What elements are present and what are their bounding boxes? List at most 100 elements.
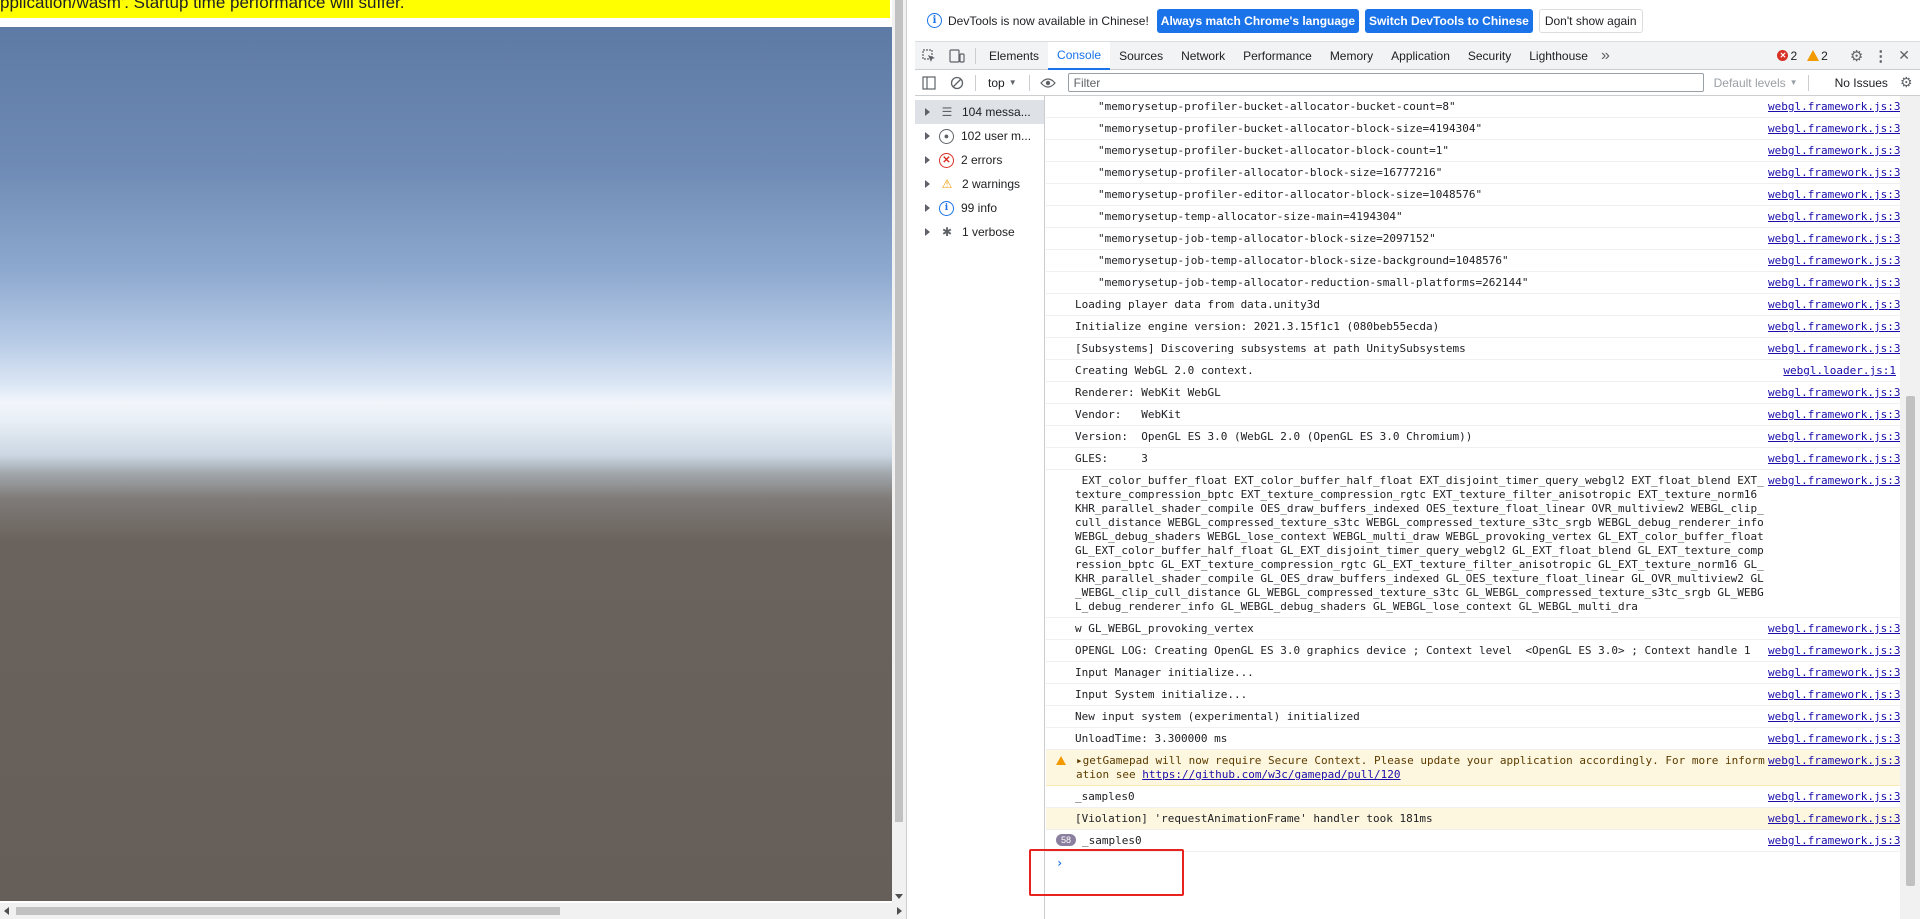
scroll-thumb[interactable] — [895, 0, 903, 822]
source-link[interactable]: webgl.framework.js:3 — [1768, 122, 1900, 136]
console-row[interactable]: "memorysetup-profiler-editor-allocator-b… — [1046, 184, 1900, 206]
expand-arrow-icon[interactable] — [925, 204, 930, 212]
page-vertical-scrollbar[interactable] — [892, 0, 906, 903]
console-row[interactable]: Loading player data from data.unity3d web… — [1046, 294, 1900, 316]
tab-application[interactable]: Application — [1382, 42, 1459, 70]
console-row[interactable]: Input System initialize... webgl.framewor… — [1046, 684, 1900, 706]
log-levels-dropdown[interactable]: Default levels ▼ — [1714, 76, 1798, 90]
issues-button[interactable]: No Issues — [1835, 76, 1888, 90]
sidebar-item-user-messages[interactable]: ● 102 user m... — [915, 124, 1044, 148]
source-link[interactable]: webgl.framework.js:3 — [1768, 254, 1900, 268]
source-link[interactable]: webgl.framework.js:3 — [1768, 276, 1900, 290]
console-row[interactable]: EXT_color_buffer_float EXT_color_buffer_… — [1046, 470, 1900, 618]
source-link[interactable]: webgl.framework.js:3 — [1768, 144, 1900, 158]
console-row[interactable]: Vendor: WebKit webgl.framework.js:3 — [1046, 404, 1900, 426]
console-row[interactable]: "memorysetup-temp-allocator-size-main=41… — [1046, 206, 1900, 228]
console-row[interactable]: "memorysetup-job-temp-allocator-reductio… — [1046, 272, 1900, 294]
tab-memory[interactable]: Memory — [1321, 42, 1382, 70]
expand-arrow-icon[interactable] — [925, 228, 930, 236]
console-row[interactable]: Initialize engine version: 2021.3.15f1c1… — [1046, 316, 1900, 338]
unity-canvas[interactable] — [0, 27, 892, 901]
console-row[interactable]: "memorysetup-job-temp-allocator-block-si… — [1046, 250, 1900, 272]
close-icon[interactable]: ✕ — [1898, 47, 1910, 64]
source-link[interactable]: webgl.framework.js:3 — [1768, 342, 1900, 356]
sidebar-toggle-icon[interactable] — [915, 69, 943, 97]
filter-input[interactable] — [1067, 73, 1704, 92]
source-link[interactable]: webgl.framework.js:3 — [1768, 100, 1900, 114]
console-row[interactable]: UnloadTime: 3.300000 ms webgl.framework.j… — [1046, 728, 1900, 750]
sidebar-item-messages[interactable]: ☰ 104 messa... — [915, 100, 1044, 124]
tab-security[interactable]: Security — [1459, 42, 1520, 70]
scroll-thumb[interactable] — [1906, 396, 1915, 886]
tab-console[interactable]: Console — [1048, 41, 1111, 70]
source-link[interactable]: webgl.framework.js:3 — [1768, 298, 1900, 312]
live-expression-eye-icon[interactable] — [1034, 69, 1062, 97]
console-row[interactable]: Input Manager initialize... webgl.framewo… — [1046, 662, 1900, 684]
source-link[interactable]: webgl.framework.js:3 — [1768, 644, 1900, 658]
scroll-left-icon[interactable] — [4, 907, 9, 915]
dont-show-again-button[interactable]: Don't show again — [1538, 8, 1643, 33]
warning-counter[interactable]: 2 — [1807, 49, 1828, 63]
source-link[interactable]: webgl.framework.js:3 — [1768, 232, 1900, 246]
clear-console-icon[interactable] — [943, 69, 971, 97]
console-settings-gear-icon[interactable]: ⚙ — [1900, 74, 1913, 91]
expand-arrow-icon[interactable] — [925, 180, 930, 188]
console-row[interactable]: Renderer: WebKit WebGL webgl.framework.js… — [1046, 382, 1900, 404]
tab-sources[interactable]: Sources — [1110, 42, 1172, 70]
source-link[interactable]: webgl.framework.js:3 — [1768, 812, 1900, 826]
console-row[interactable]: OPENGL LOG: Creating OpenGL ES 3.0 graph… — [1046, 640, 1900, 662]
warning-link[interactable]: https://github.com/w3c/gamepad/pull/120 — [1142, 768, 1400, 781]
sidebar-item-warnings[interactable]: ⚠ 2 warnings — [915, 172, 1044, 196]
scroll-down-icon[interactable] — [895, 894, 903, 899]
source-link[interactable]: webgl.framework.js:3 — [1768, 166, 1900, 180]
tab-network[interactable]: Network — [1172, 42, 1234, 70]
sidebar-item-errors[interactable]: ✕ 2 errors — [915, 148, 1044, 172]
console-scrollbar[interactable] — [1900, 96, 1920, 919]
source-link[interactable]: webgl.framework.js:3 — [1768, 710, 1900, 724]
source-link[interactable]: webgl.framework.js:3 — [1768, 622, 1900, 636]
source-link[interactable]: webgl.framework.js:3 — [1768, 408, 1900, 422]
switch-chinese-button[interactable]: Switch DevTools to Chinese — [1365, 8, 1533, 33]
source-link[interactable]: webgl.framework.js:3 — [1768, 666, 1900, 680]
match-language-button[interactable]: Always match Chrome's language — [1156, 8, 1360, 33]
source-link[interactable]: webgl.framework.js:3 — [1768, 474, 1900, 488]
source-link[interactable]: webgl.framework.js:3 — [1768, 732, 1900, 746]
context-selector[interactable]: top ▼ — [980, 76, 1025, 90]
source-link[interactable]: webgl.framework.js:3 — [1768, 790, 1900, 804]
scroll-thumb[interactable] — [16, 907, 560, 915]
scroll-right-icon[interactable] — [897, 907, 902, 915]
console-violation-row[interactable]: [Violation] 'requestAnimationFrame' hand… — [1046, 808, 1900, 830]
console-row[interactable]: "memorysetup-profiler-bucket-allocator-b… — [1046, 140, 1900, 162]
source-link[interactable]: webgl.framework.js:3 — [1768, 210, 1900, 224]
more-tabs-icon[interactable]: » — [1597, 42, 1614, 70]
console-row[interactable]: [Subsystems] Discovering subsystems at p… — [1046, 338, 1900, 360]
error-counter[interactable]: ✕ 2 — [1777, 49, 1797, 63]
console-row[interactable]: _samples0 webgl.framework.js:3 — [1046, 786, 1900, 808]
settings-gear-icon[interactable]: ⚙ — [1850, 47, 1863, 65]
source-link[interactable]: webgl.framework.js:3 — [1768, 188, 1900, 202]
console-row[interactable]: "memorysetup-job-temp-allocator-block-si… — [1046, 228, 1900, 250]
console-row[interactable]: New input system (experimental) initiali… — [1046, 706, 1900, 728]
expand-arrow-icon[interactable] — [925, 108, 930, 116]
source-link[interactable]: webgl.framework.js:3 — [1768, 452, 1900, 466]
source-link[interactable]: webgl.framework.js:3 — [1768, 386, 1900, 400]
console-row[interactable]: Version: OpenGL ES 3.0 (WebGL 2.0 (OpenG… — [1046, 426, 1900, 448]
more-options-icon[interactable]: ⋮ — [1873, 47, 1888, 65]
source-link[interactable]: webgl.framework.js:3 — [1768, 430, 1900, 444]
expand-arrow-icon[interactable] — [925, 132, 930, 140]
source-link[interactable]: webgl.framework.js:3 — [1768, 688, 1900, 702]
source-link[interactable]: webgl.framework.js:3 — [1768, 320, 1900, 334]
inspect-element-icon[interactable] — [915, 42, 943, 70]
console-row[interactable]: "memorysetup-profiler-allocator-block-si… — [1046, 162, 1900, 184]
source-link[interactable]: webgl.framework.js:3 — [1768, 834, 1900, 848]
sidebar-item-info[interactable]: i 99 info — [915, 196, 1044, 220]
console-row[interactable]: "memorysetup-profiler-bucket-allocator-b… — [1046, 96, 1900, 118]
sidebar-item-verbose[interactable]: ✱ 1 verbose — [915, 220, 1044, 244]
source-link[interactable]: webgl.loader.js:1 — [1768, 364, 1900, 378]
device-toolbar-icon[interactable] — [943, 42, 971, 70]
console-row[interactable]: w GL_WEBGL_provoking_vertex webgl.framewo… — [1046, 618, 1900, 640]
expand-arrow-icon[interactable] — [925, 156, 930, 164]
console-warning-row[interactable]: ▸getGamepad will now require Secure Cont… — [1046, 750, 1900, 786]
tab-lighthouse[interactable]: Lighthouse — [1520, 42, 1597, 70]
tab-performance[interactable]: Performance — [1234, 42, 1321, 70]
